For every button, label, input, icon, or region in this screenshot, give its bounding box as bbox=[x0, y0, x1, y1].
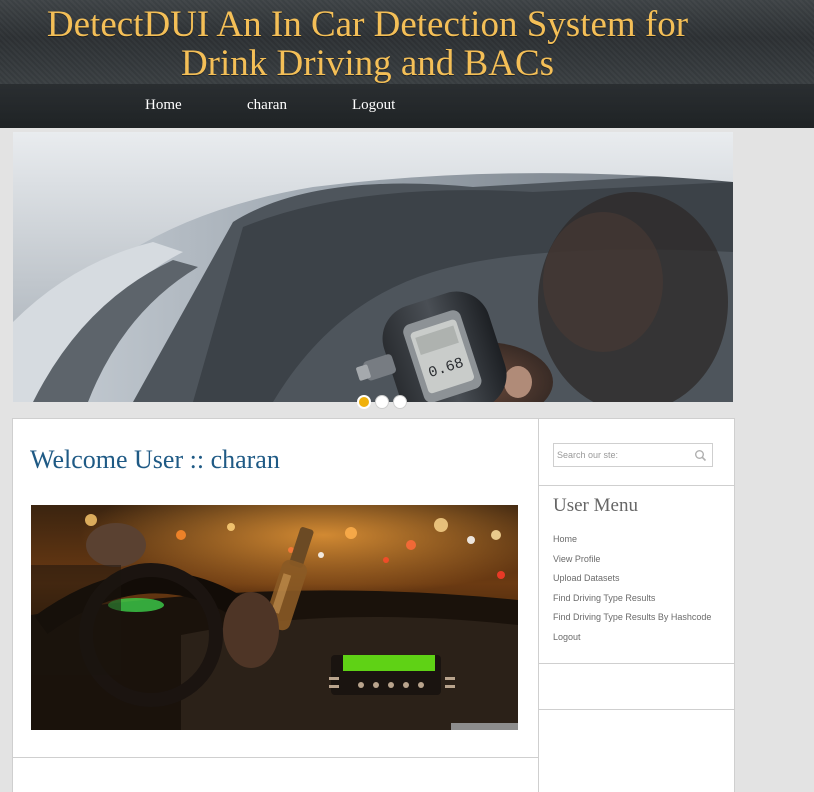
site-title: DetectDUI An In Car Detection System for… bbox=[0, 5, 735, 83]
sidebar-divider-3 bbox=[539, 709, 734, 710]
menu-item-find-driving-type-results[interactable]: Find Driving Type Results bbox=[553, 593, 655, 603]
banner-slider: 0.68 bbox=[13, 132, 733, 402]
search-input[interactable] bbox=[557, 447, 687, 463]
user-menu-title: User Menu bbox=[553, 495, 638, 516]
sidebar-divider-2 bbox=[539, 663, 734, 664]
main-content: Welcome User :: charan bbox=[12, 418, 539, 792]
search-box bbox=[553, 443, 713, 467]
magnifier-icon[interactable] bbox=[694, 449, 707, 462]
user-menu-list: Home View Profile Upload Datasets Find D… bbox=[553, 529, 711, 647]
site-title-line-1: DetectDUI An In Car Detection System for bbox=[46, 4, 689, 45]
menu-item-upload-datasets[interactable]: Upload Datasets bbox=[553, 573, 620, 583]
menu-item-view-profile[interactable]: View Profile bbox=[553, 554, 600, 564]
sidebar: User Menu Home View Profile Upload Datas… bbox=[538, 418, 735, 792]
menu-item-logout[interactable]: Logout bbox=[553, 632, 581, 642]
site-title-line-2: Drink Driving and BACs bbox=[180, 43, 555, 84]
nav-user-link[interactable]: charan bbox=[247, 97, 287, 114]
main-divider bbox=[13, 757, 538, 758]
menu-item-find-results-by-hashcode[interactable]: Find Driving Type Results By Hashcode bbox=[553, 612, 711, 622]
nav-logout-link[interactable]: Logout bbox=[352, 97, 395, 114]
breathalyzer-car-photo: 0.68 bbox=[13, 132, 733, 402]
sidebar-divider-1 bbox=[539, 485, 734, 486]
welcome-heading: Welcome User :: charan bbox=[30, 445, 280, 474]
menu-item-home[interactable]: Home bbox=[553, 534, 577, 544]
site-header: DetectDUI An In Car Detection System for… bbox=[0, 0, 814, 85]
slider-dot-3[interactable] bbox=[393, 395, 407, 409]
slider-dot-2[interactable] bbox=[375, 395, 389, 409]
drink-driving-image bbox=[31, 505, 518, 730]
slider-dot-1[interactable] bbox=[357, 395, 371, 409]
nav-home-link[interactable]: Home bbox=[145, 97, 182, 114]
top-navigation: Home charan Logout bbox=[0, 84, 814, 128]
